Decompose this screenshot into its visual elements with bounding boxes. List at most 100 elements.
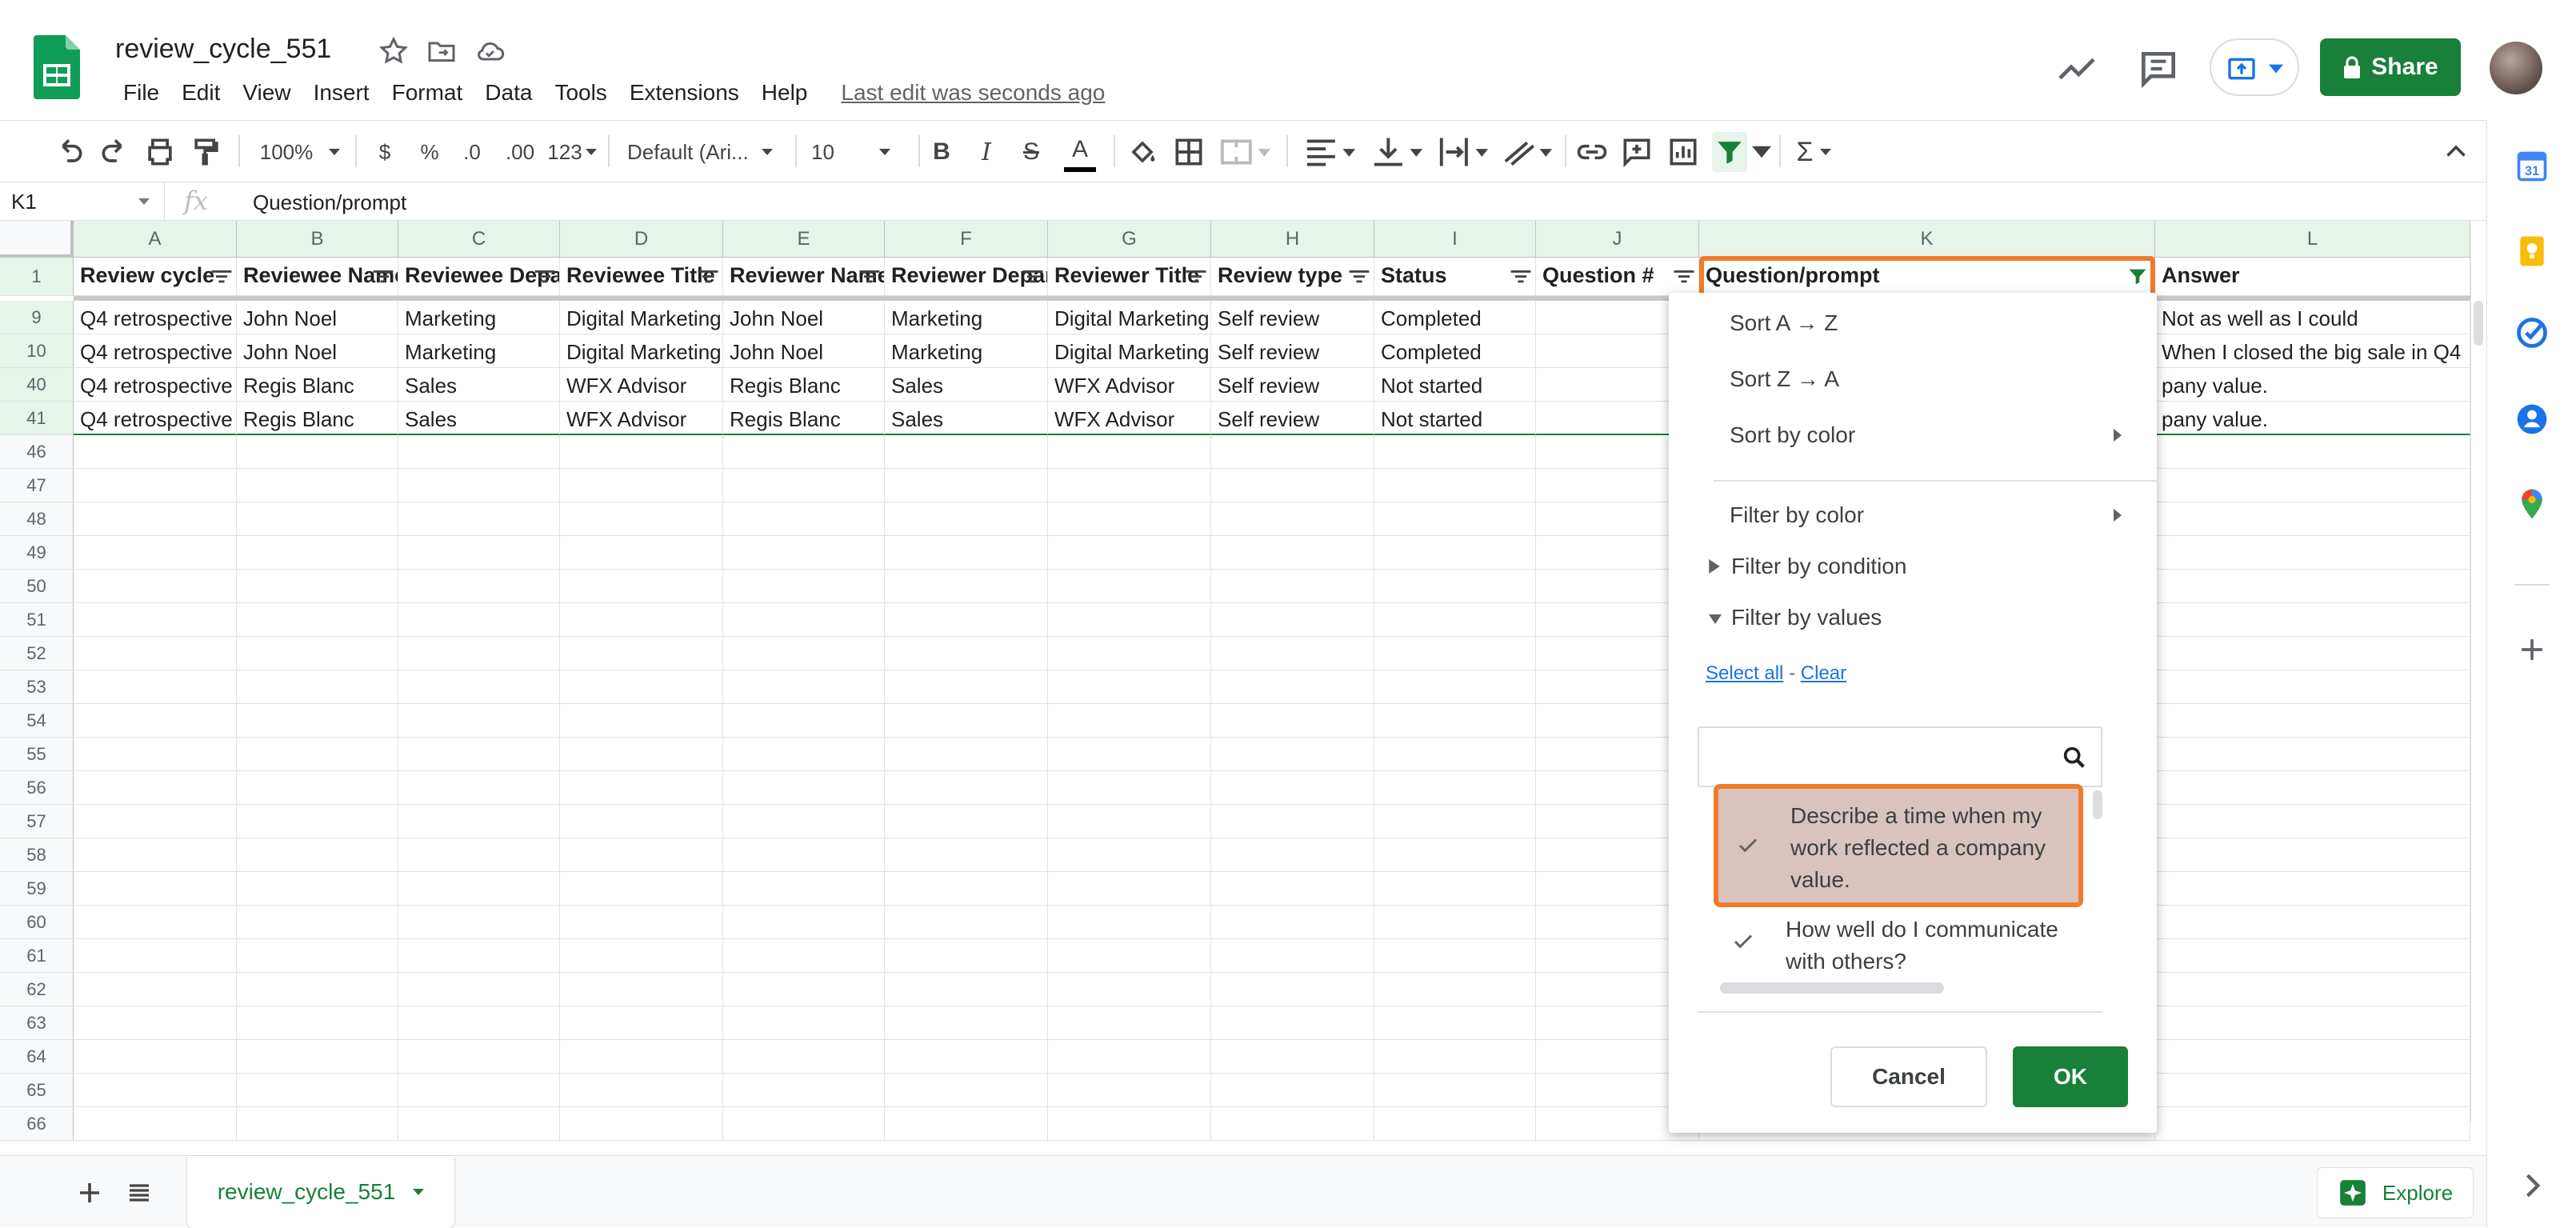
table-cell[interactable]: WFX Advisor — [560, 402, 723, 435]
column-filter-icon[interactable] — [1510, 270, 1531, 283]
document-title[interactable]: review_cycle_551 — [115, 34, 331, 65]
table-cell[interactable] — [398, 939, 560, 973]
table-cell[interactable] — [885, 469, 1048, 502]
table-cell[interactable]: Digital Marketing — [1048, 301, 1211, 334]
table-cell[interactable] — [74, 939, 237, 973]
table-cell[interactable] — [398, 906, 560, 939]
table-cell[interactable] — [560, 1006, 723, 1040]
cloud-saved-icon[interactable] — [474, 35, 506, 67]
table-cell[interactable] — [398, 771, 560, 805]
menu-help[interactable]: Help — [750, 77, 819, 109]
active-filter-icon[interactable] — [2126, 266, 2149, 288]
table-cell[interactable] — [237, 838, 398, 872]
table-cell[interactable] — [2155, 1006, 2470, 1040]
row-header[interactable]: 10 — [0, 334, 74, 368]
column-filter-icon[interactable] — [1022, 270, 1043, 283]
table-cell[interactable] — [398, 805, 560, 838]
increase-decimals-button[interactable]: .00 — [501, 132, 539, 172]
table-cell[interactable] — [1048, 1074, 1211, 1107]
table-cell[interactable] — [2155, 1074, 2470, 1107]
insert-chart-icon[interactable] — [1666, 132, 1701, 172]
table-cell[interactable] — [398, 1074, 560, 1107]
table-cell[interactable] — [2155, 872, 2470, 906]
menu-format[interactable]: Format — [381, 77, 474, 109]
table-cell[interactable]: pany value. — [2155, 402, 2470, 435]
table-cell[interactable]: Sales — [885, 402, 1048, 435]
table-cell[interactable] — [2155, 973, 2470, 1006]
row-header[interactable]: 54 — [0, 704, 74, 738]
table-cell[interactable] — [885, 603, 1048, 637]
name-box[interactable]: K1 — [0, 182, 165, 221]
bold-button[interactable]: B — [928, 132, 955, 172]
table-cell[interactable] — [237, 906, 398, 939]
share-button[interactable]: Share — [2320, 38, 2461, 96]
table-cell[interactable] — [237, 805, 398, 838]
all-sheets-icon[interactable] — [125, 1178, 154, 1207]
table-cell[interactable]: Digital Marketing — [560, 301, 723, 334]
column-header[interactable]: B — [237, 221, 398, 258]
table-cell[interactable] — [1048, 670, 1211, 704]
text-wrapping-icon[interactable] — [1435, 132, 1491, 172]
table-cell[interactable] — [2155, 1107, 2470, 1141]
table-cell[interactable] — [1374, 435, 1536, 469]
table-cell[interactable]: Completed — [1374, 334, 1536, 368]
table-cell[interactable] — [885, 738, 1048, 771]
table-cell[interactable] — [1374, 872, 1536, 906]
table-cell[interactable]: Marketing — [398, 334, 560, 368]
table-cell[interactable] — [885, 973, 1048, 1006]
table-cell[interactable] — [2155, 435, 2470, 469]
table-cell[interactable] — [885, 670, 1048, 704]
table-cell[interactable] — [74, 603, 237, 637]
filter-values-search[interactable] — [1698, 726, 2102, 787]
table-cell[interactable] — [2155, 1040, 2470, 1074]
table-cell[interactable] — [74, 1040, 237, 1074]
table-cell[interactable] — [1211, 1107, 1374, 1141]
table-cell[interactable] — [723, 704, 885, 738]
sort-by-color-option[interactable]: Sort by color — [1730, 422, 2146, 448]
table-cell[interactable]: Self review — [1211, 301, 1374, 334]
column-header[interactable]: K — [1699, 221, 2155, 258]
table-cell[interactable] — [885, 536, 1048, 570]
table-cell[interactable]: Not as well as I could — [2155, 301, 2470, 334]
table-cell[interactable] — [1374, 738, 1536, 771]
decrease-decimals-button[interactable]: .0 — [456, 132, 488, 172]
table-cell[interactable]: Digital Marketing — [1048, 334, 1211, 368]
row-header[interactable]: 66 — [0, 1107, 74, 1141]
column-header[interactable]: E — [723, 221, 885, 258]
table-cell[interactable] — [2155, 502, 2470, 536]
table-cell[interactable] — [723, 771, 885, 805]
table-cell[interactable] — [560, 838, 723, 872]
filter-by-color-option[interactable]: Filter by color — [1730, 502, 2146, 528]
ok-button[interactable]: OK — [2013, 1046, 2128, 1107]
vertical-align-icon[interactable] — [1370, 132, 1426, 172]
table-cell[interactable] — [885, 435, 1048, 469]
table-cell[interactable]: Self review — [1211, 402, 1374, 435]
star-icon[interactable] — [378, 35, 410, 67]
column-filter-icon[interactable] — [859, 270, 880, 283]
table-cell[interactable] — [237, 1107, 398, 1141]
table-cell[interactable] — [723, 939, 885, 973]
currency-format-button[interactable]: $ — [371, 132, 398, 172]
text-color-button[interactable]: A — [1064, 132, 1096, 172]
column-header[interactable]: C — [398, 221, 560, 258]
table-cell[interactable] — [1211, 906, 1374, 939]
table-cell[interactable] — [398, 435, 560, 469]
table-cell[interactable] — [1048, 838, 1211, 872]
table-cell[interactable] — [237, 1040, 398, 1074]
column-header[interactable]: G — [1048, 221, 1211, 258]
table-cell[interactable] — [1211, 603, 1374, 637]
comments-icon[interactable] — [2136, 46, 2181, 91]
column-filter-icon[interactable] — [1674, 270, 1694, 283]
filter-toolbar-icon[interactable] — [1712, 132, 1747, 172]
table-cell[interactable] — [398, 973, 560, 1006]
table-cell[interactable] — [1211, 469, 1374, 502]
explore-button[interactable]: Explore — [2317, 1167, 2474, 1218]
table-cell[interactable]: Q4 retrospective — [74, 301, 237, 334]
table-cell[interactable] — [1374, 939, 1536, 973]
table-cell[interactable] — [1374, 502, 1536, 536]
row-header[interactable]: 61 — [0, 939, 74, 973]
table-cell[interactable] — [723, 1107, 885, 1141]
table-cell[interactable] — [885, 1040, 1048, 1074]
borders-icon[interactable] — [1171, 132, 1206, 172]
table-cell[interactable] — [560, 872, 723, 906]
